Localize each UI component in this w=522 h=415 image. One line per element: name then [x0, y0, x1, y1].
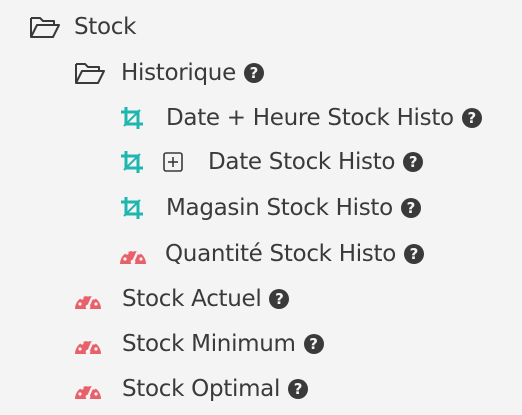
help-icon[interactable]: ? [403, 244, 424, 264]
tree-node-label: Quantité Stock Histo [165, 240, 396, 267]
tree-node-stock[interactable]: Stock [28, 4, 136, 50]
help-icon[interactable]: ? [269, 289, 290, 309]
folder-open-icon [73, 60, 107, 86]
tree-node-magasin-stock-histo[interactable]: Magasin Stock Histo ? [120, 185, 421, 231]
crop-dimension-icon [120, 150, 144, 174]
tree-node-stock-minimum[interactable]: Stock Minimum ? [74, 321, 324, 367]
tree-node-quantite-stock-histo[interactable]: Quantité Stock Histo ? [119, 231, 424, 277]
tree-node-label: Stock Optimal [122, 375, 281, 402]
help-icon[interactable]: ? [243, 63, 264, 83]
gauge-measure-icon [74, 377, 102, 401]
tree-node-date-stock-histo[interactable]: Date Stock Histo ? [120, 139, 424, 185]
gauge-measure-icon [74, 332, 102, 356]
tree-node-label: Magasin Stock Histo [166, 194, 393, 221]
tree-node-stock-optimal[interactable]: Stock Optimal ? [74, 366, 309, 412]
folder-open-icon [28, 14, 62, 40]
tree-node-stock-actuel[interactable]: Stock Actuel ? [74, 276, 290, 322]
crop-dimension-icon [120, 196, 144, 220]
tree-node-label: Stock Actuel [122, 285, 262, 312]
tree-node-label: Historique [121, 59, 236, 86]
tree-node-label: Stock Minimum [122, 330, 296, 357]
crop-dimension-icon [120, 106, 144, 130]
plus-square-icon[interactable] [162, 151, 184, 173]
help-icon[interactable]: ? [403, 152, 424, 172]
gauge-measure-icon [119, 242, 147, 266]
tree-node-label: Stock [74, 13, 137, 40]
help-icon[interactable]: ? [400, 198, 421, 218]
tree-node-historique[interactable]: Historique ? [73, 50, 264, 96]
gauge-measure-icon [74, 287, 102, 311]
tree-node-label: Date + Heure Stock Histo [166, 104, 454, 131]
help-icon[interactable]: ? [288, 379, 309, 399]
tree-view: Stock Historique ? Date + Heure Stock Hi… [0, 0, 522, 415]
tree-node-date-heure-stock-histo[interactable]: Date + Heure Stock Histo ? [120, 95, 482, 141]
help-icon[interactable]: ? [461, 108, 482, 128]
tree-node-label: Date Stock Histo [208, 148, 396, 175]
help-icon[interactable]: ? [303, 334, 324, 354]
